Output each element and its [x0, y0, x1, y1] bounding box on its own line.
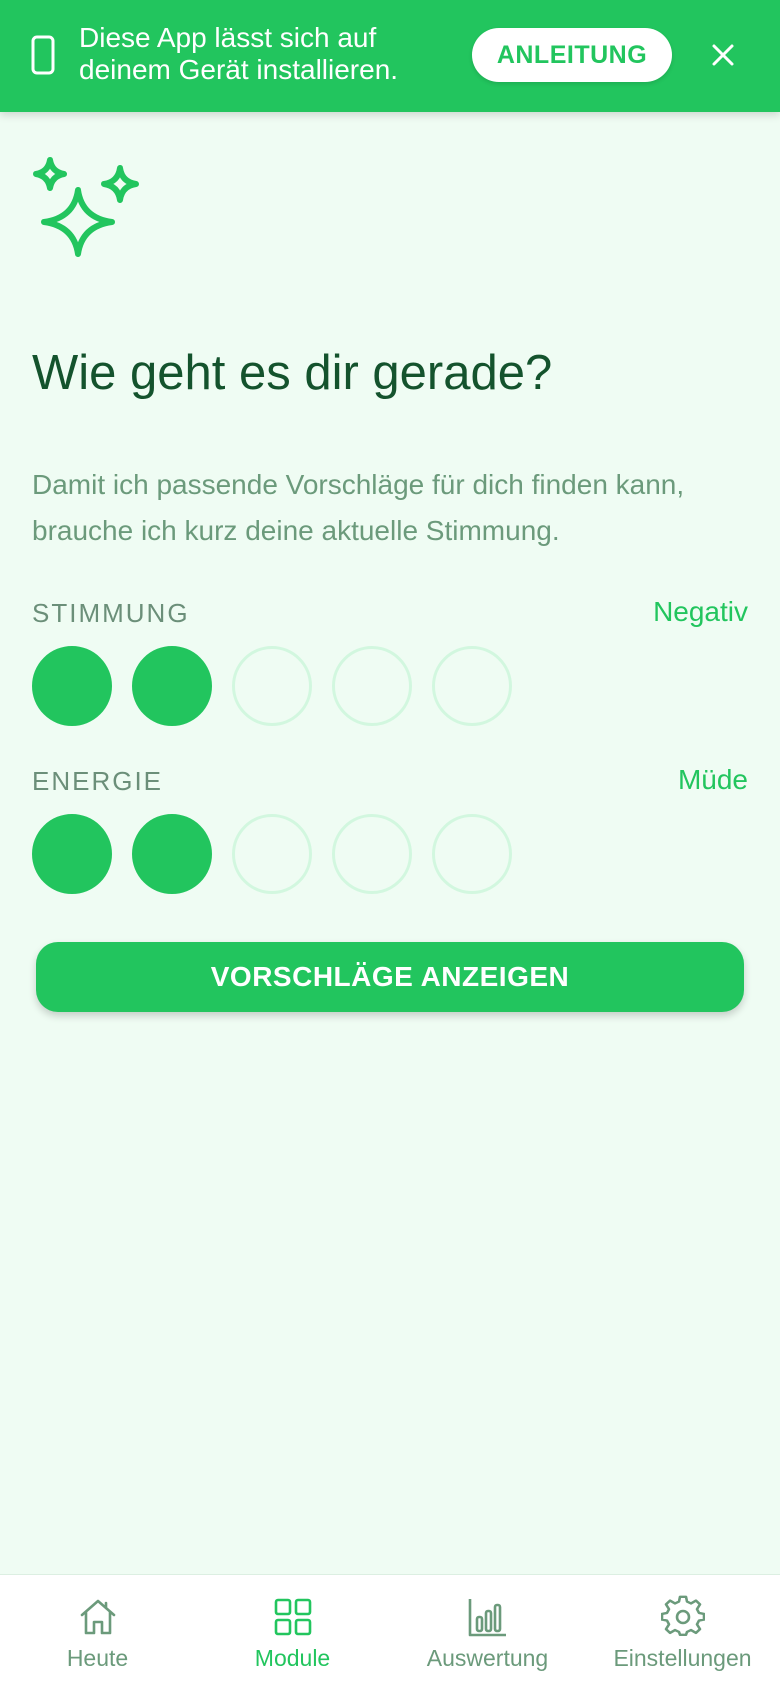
nav-label-heute: Heute — [66, 1645, 129, 1671]
nav-label-module: Module — [254, 1645, 331, 1671]
nav-item-auswertung[interactable]: Auswertung — [390, 1575, 585, 1689]
page-description: Damit ich passende Vorschläge für dich f… — [32, 469, 685, 546]
mood-dot-3[interactable] — [232, 646, 312, 726]
mood-value: Negativ — [653, 596, 748, 627]
gear-icon — [660, 1595, 705, 1637]
bottom-nav: Heute Module Auswertung Einstellungen — [0, 1574, 780, 1689]
mood-label: STIMMUNG — [32, 598, 190, 628]
nav-item-module[interactable]: Module — [195, 1575, 390, 1689]
sparkles-icon — [33, 157, 139, 257]
install-banner: Diese App lässt sich auf deinem Gerät in… — [0, 0, 780, 112]
energy-rating — [32, 814, 512, 894]
close-icon[interactable] — [708, 40, 738, 70]
energy-dot-3[interactable] — [232, 814, 312, 894]
page-title: Wie geht es dir gerade? — [32, 346, 553, 400]
energy-dot-5[interactable] — [432, 814, 512, 894]
mood-dot-4[interactable] — [332, 646, 412, 726]
mood-dot-2[interactable] — [132, 646, 212, 726]
mood-dot-1[interactable] — [32, 646, 112, 726]
install-banner-message: Diese App lässt sich auf deinem Gerät in… — [79, 22, 399, 85]
energy-dot-2[interactable] — [132, 814, 212, 894]
energy-value: Müde — [677, 764, 748, 795]
show-suggestions-button[interactable]: VORSCHLÄGE ANZEIGEN — [36, 942, 744, 1012]
nav-label-auswertung: Auswertung — [426, 1645, 549, 1671]
mood-dot-5[interactable] — [432, 646, 512, 726]
nav-item-einstellungen[interactable]: Einstellungen — [585, 1575, 780, 1689]
energy-dot-1[interactable] — [32, 814, 112, 894]
energy-dot-4[interactable] — [332, 814, 412, 894]
mood-rating — [32, 646, 512, 726]
guide-button[interactable]: ANLEITUNG — [472, 28, 672, 82]
home-icon — [80, 1599, 115, 1635]
phone-icon — [31, 35, 55, 75]
nav-label-einstellungen: Einstellungen — [613, 1645, 752, 1671]
bar-chart-icon — [468, 1599, 506, 1637]
nav-item-heute[interactable]: Heute — [0, 1575, 195, 1689]
grid-icon — [274, 1598, 311, 1636]
energy-label: ENERGIE — [32, 766, 164, 796]
